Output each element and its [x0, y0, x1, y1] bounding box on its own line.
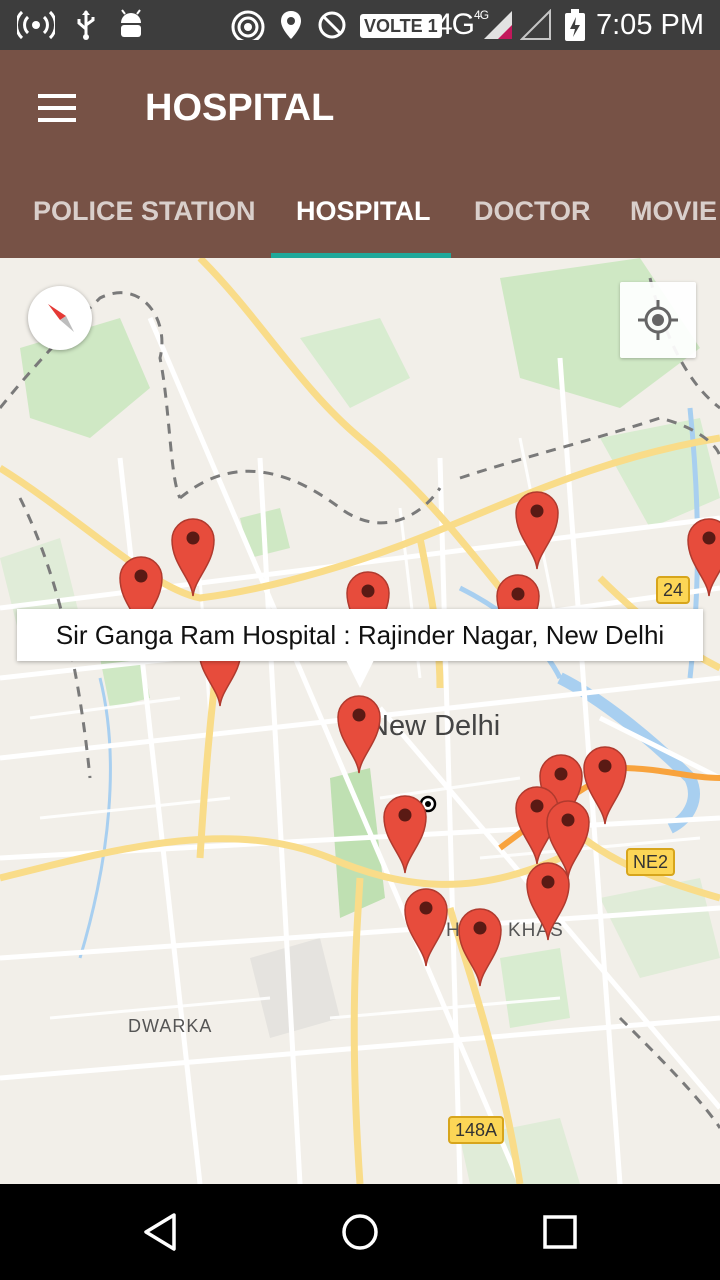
map-pin-icon	[687, 518, 720, 597]
map-pin-icon	[526, 862, 570, 941]
home-icon	[342, 1214, 378, 1250]
hospital-marker[interactable]	[457, 906, 503, 988]
page-title: HOSPITAL	[145, 87, 335, 129]
area-label-dwarka: DWARKA	[128, 1016, 213, 1036]
hospital-marker[interactable]	[686, 516, 720, 598]
hospital-marker[interactable]	[170, 516, 216, 598]
info-window-tail	[346, 660, 374, 688]
hospital-marker[interactable]	[525, 860, 571, 942]
usb-icon	[72, 8, 100, 42]
recents-icon	[543, 1215, 577, 1249]
android-debug-icon	[116, 8, 146, 42]
menu-button[interactable]	[28, 84, 84, 132]
tab-police-station[interactable]: POLICE STATION	[33, 196, 256, 227]
map-view[interactable]: New Delhi DWARKA HAUZ KHAS 24 NE2 148A S…	[0, 258, 720, 1184]
location-icon	[278, 8, 304, 42]
compass-icon	[48, 304, 74, 332]
city-label: New Delhi	[368, 710, 501, 742]
road-shield-148a: 148A	[448, 1116, 505, 1144]
navigation-bar	[0, 1184, 720, 1280]
hospital-marker[interactable]	[403, 886, 449, 968]
app-bar: HOSPITAL POLICE STATION HOSPITAL DOCTOR …	[0, 50, 720, 258]
home-button[interactable]	[330, 1206, 390, 1258]
map-pin-icon	[515, 491, 559, 570]
network-type: 4G4G	[436, 8, 489, 41]
recents-button[interactable]	[530, 1206, 590, 1258]
signal-icon	[520, 8, 552, 42]
hospital-marker[interactable]	[382, 793, 428, 875]
map-pin-icon	[404, 888, 448, 967]
tab-hospital[interactable]: HOSPITAL	[296, 196, 431, 227]
wireless-icon	[230, 8, 266, 42]
compass-button[interactable]	[28, 286, 92, 350]
hospital-marker[interactable]	[336, 693, 382, 775]
back-icon	[144, 1213, 176, 1251]
menu-icon	[38, 94, 76, 98]
my-location-icon	[638, 300, 678, 340]
tab-bar: POLICE STATION HOSPITAL DOCTOR MOVIE	[0, 178, 720, 258]
status-bar: VOLTE 1 4G4G 7:05 PM	[0, 0, 720, 50]
volte-badge: VOLTE 1	[360, 14, 442, 38]
road-shield-24: 24	[656, 576, 691, 604]
tab-movie[interactable]: MOVIE	[630, 196, 717, 227]
info-window[interactable]: Sir Ganga Ram Hospital : Rajinder Nagar,…	[17, 609, 703, 661]
clock: 7:05 PM	[596, 9, 704, 41]
road-shield-ne2: NE2	[626, 848, 676, 876]
back-button[interactable]	[130, 1206, 190, 1258]
do-not-disturb-icon	[316, 8, 348, 42]
hospital-marker[interactable]	[514, 489, 560, 571]
map-pin-icon	[458, 908, 502, 987]
map-pin-icon	[171, 518, 215, 597]
menu-icon-line	[38, 106, 76, 110]
signal-icon	[482, 8, 514, 42]
tab-doctor[interactable]: DOCTOR	[474, 196, 591, 227]
map-pin-icon	[337, 695, 381, 774]
menu-icon-line	[38, 118, 76, 122]
map-pin-icon	[383, 795, 427, 874]
my-location-button[interactable]	[620, 282, 696, 358]
battery-icon	[562, 8, 588, 42]
hotspot-icon	[16, 8, 56, 42]
